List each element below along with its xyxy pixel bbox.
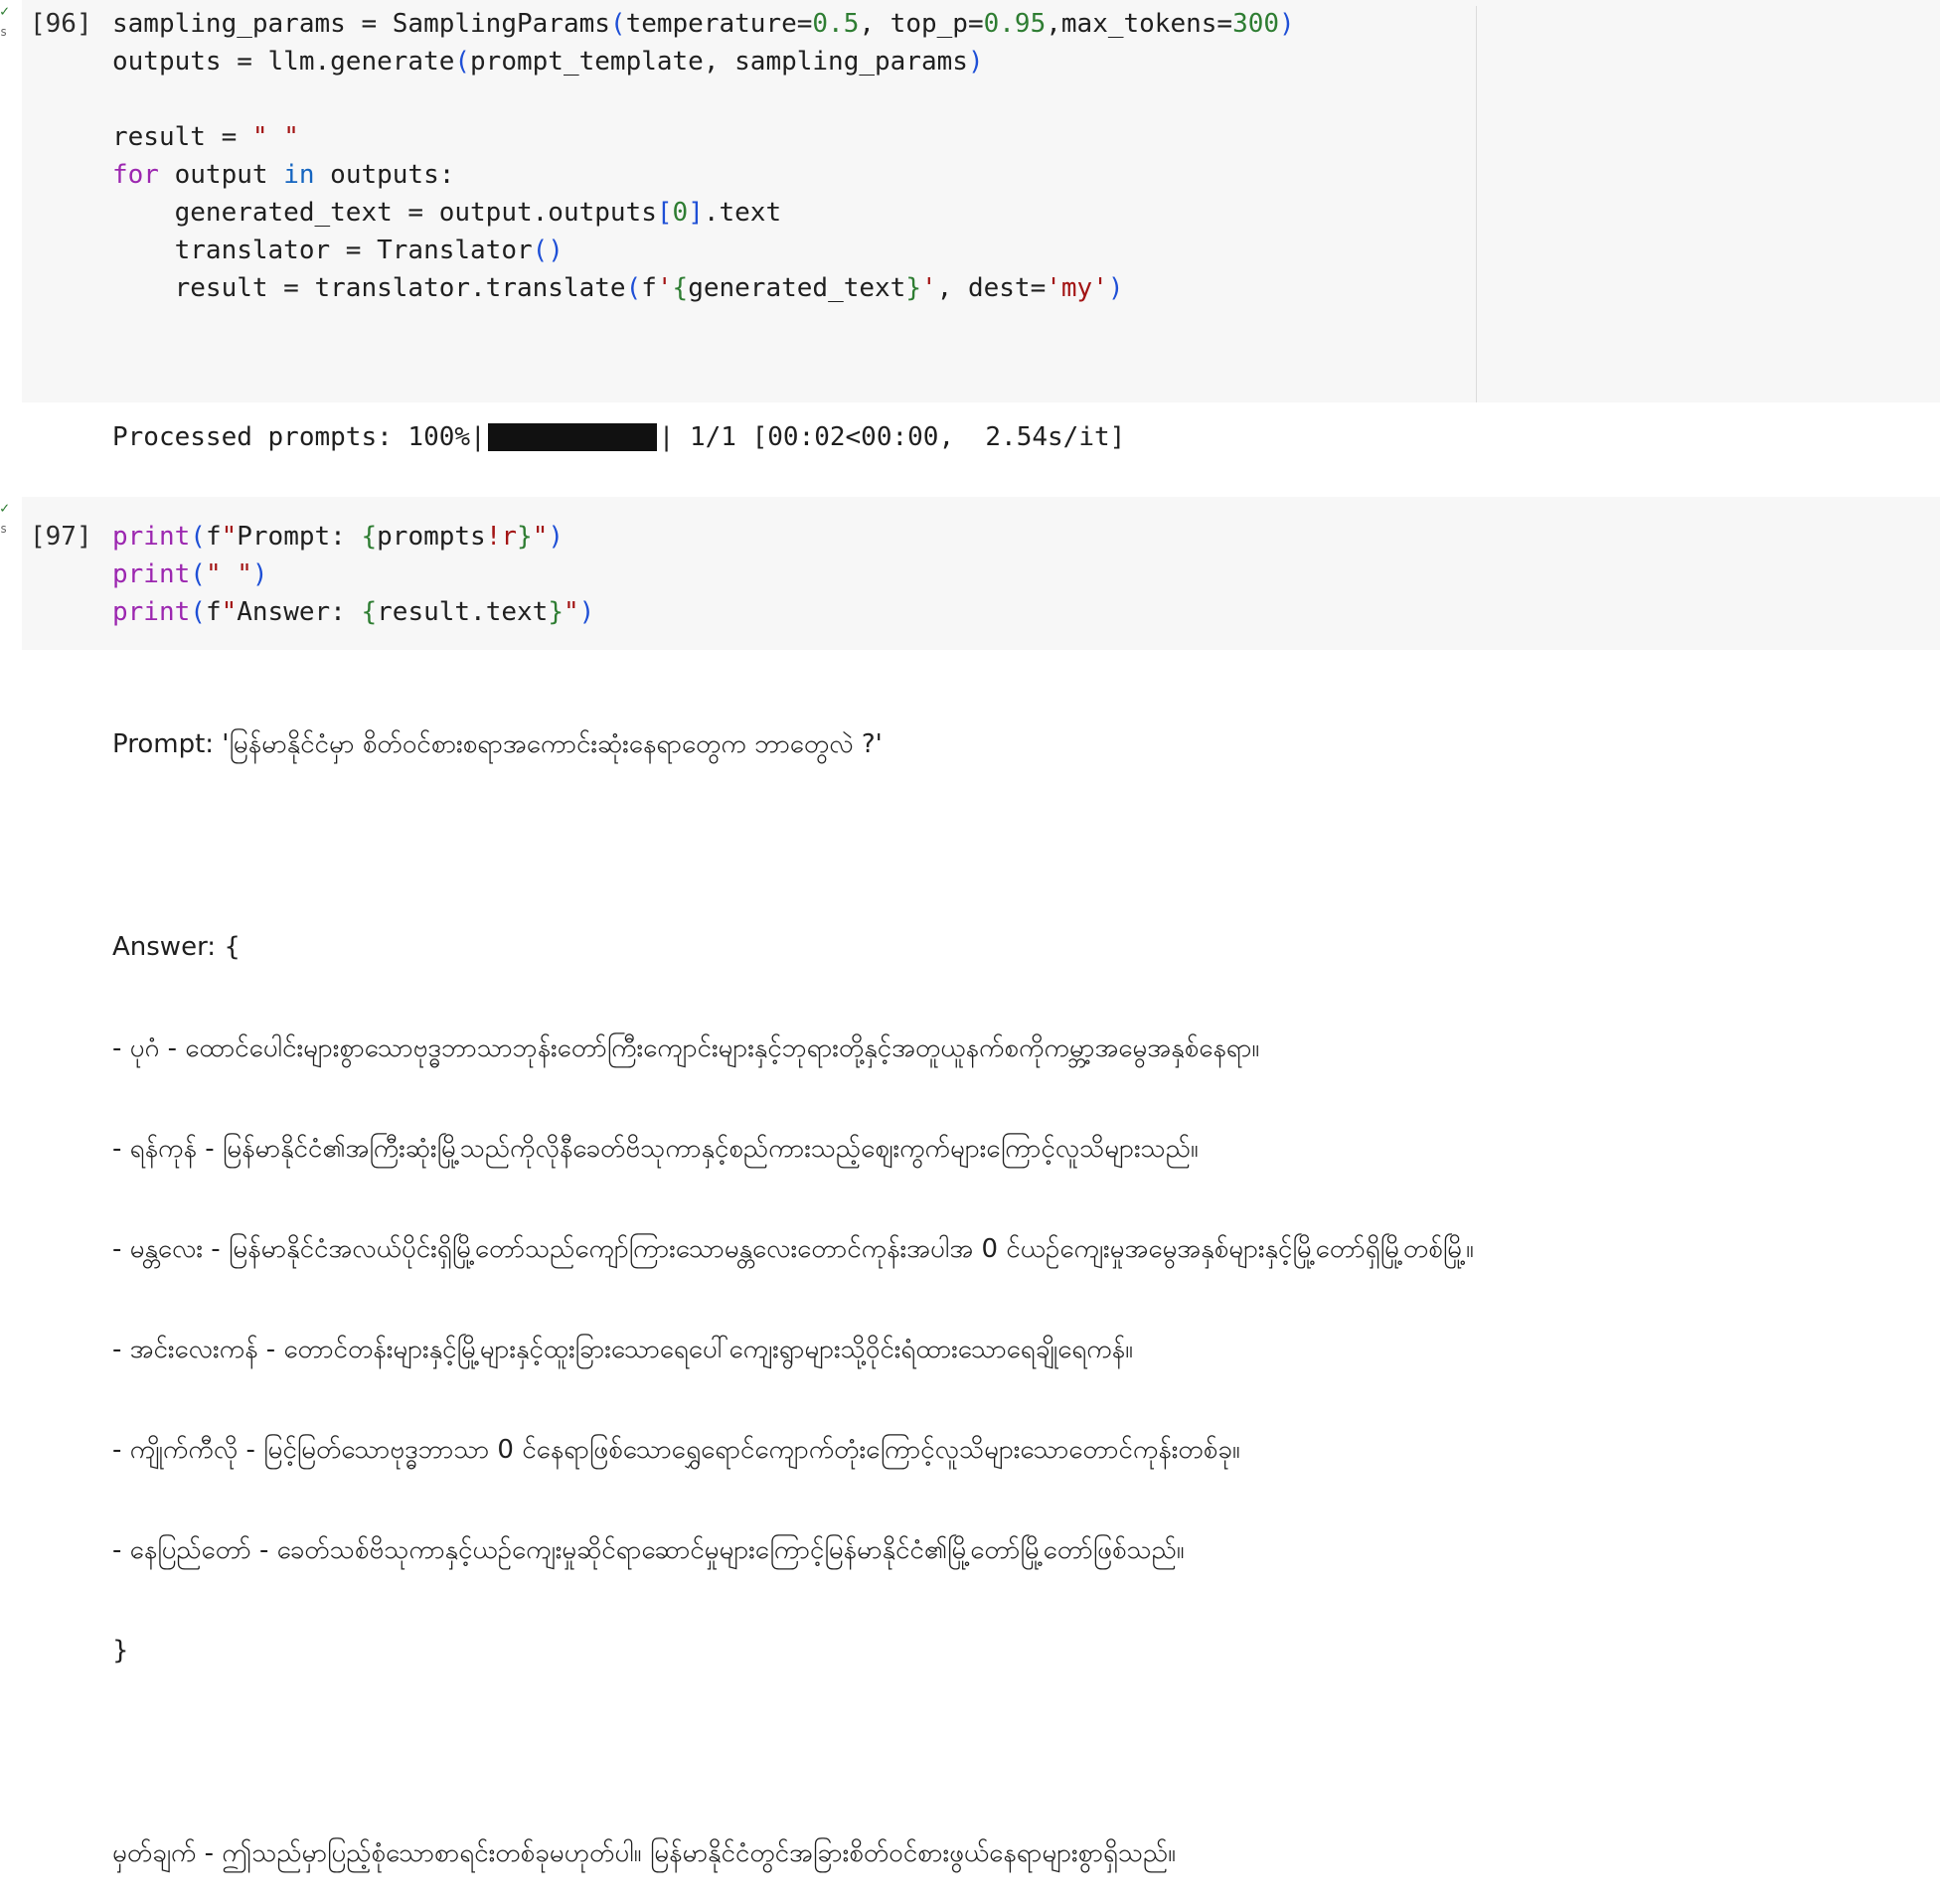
run-success-icon: ✓ [0, 2, 10, 20]
code-line: ​ [112, 80, 1295, 118]
execution-count: [96] [30, 9, 92, 39]
code-line: print(" ") [112, 559, 268, 589]
output-line: - မန္တလေး - မြန်မာနိုင်ငံအလယ်ပိုင်းရှိမြ… [112, 1234, 1474, 1264]
progress-bar [487, 423, 657, 451]
code-line: sampling_params = SamplingParams(tempera… [112, 9, 1295, 39]
code-line: result = " " [112, 122, 299, 152]
code-line: print(f"Answer: {result.text}") [112, 597, 595, 627]
progress-prefix: Processed prompts: 100%| [112, 422, 486, 452]
code-line: outputs = llm.generate(prompt_template, … [112, 47, 984, 77]
code-line: result = translator.translate(f'{generat… [112, 273, 1124, 303]
progress-suffix: | 1/1 [00:02<00:00, 2.54s/it] [658, 422, 1126, 452]
output-line: - ကျိုက်ကီလို - မြင့်မြတ်သောဗုဒ္ဓဘာသာ 0 … [112, 1435, 1240, 1465]
execution-count: [97] [30, 522, 92, 552]
progress-output: Processed prompts: 100%| | 1/1 [00:02<00:… [112, 418, 1125, 456]
output-line: - အင်းလေးကန် - တောင်တန်းများနှင့်မြို့မျ… [112, 1335, 1134, 1364]
code-line: for output in outputs: [112, 160, 455, 190]
output-line: - ရန်ကုန် - မြန်မာနိုင်ငံ၏အကြီးဆုံးမြို့… [112, 1134, 1199, 1164]
code-cell-96[interactable]: ✓ s [96] sampling_params = SamplingParam… [0, 0, 1940, 402]
ruler-line [1476, 6, 1477, 402]
output-line: - နေပြည်တော် - ခေတ်သစ်ဗိသုကာနှင့်ယဉ်ကျေး… [112, 1535, 1185, 1565]
code-cell-97[interactable]: ✓ s [97] print(f"Prompt: {prompts!r}") pr… [0, 497, 1940, 650]
output-line: - ပုဂံ - ထောင်ပေါင်းများစွာသောဗုဒ္ဓဘာသာဘ… [112, 1033, 1260, 1063]
output-line: မှတ်ချက် - ဤသည်မှာပြည့်စုံသောစာရင်းတစ်ခု… [112, 1838, 1177, 1868]
code-line: print(f"Prompt: {prompts!r}") [112, 522, 564, 552]
code-line: generated_text = output.outputs[0].text [112, 198, 782, 228]
code-source[interactable]: print(f"Prompt: {prompts!r}") print(" ") p… [112, 518, 594, 631]
code-line: translator = Translator() [112, 236, 564, 265]
run-success-icon: ✓ [0, 499, 10, 517]
run-duration-label: s [0, 522, 8, 536]
run-duration-label: s [0, 25, 8, 39]
print-output: Prompt: 'မြန်မာနိုင်ငံမှာ စိတ်ဝင်စားစရာအ… [112, 660, 1474, 1904]
code-source[interactable]: sampling_params = SamplingParams(tempera… [112, 5, 1295, 307]
output-line: Answer: { [112, 932, 241, 962]
output-line: Prompt: 'မြန်မာနိုင်ငံမှာ စိတ်ဝင်စားစရာအ… [112, 729, 883, 759]
output-line: } [112, 1636, 129, 1666]
